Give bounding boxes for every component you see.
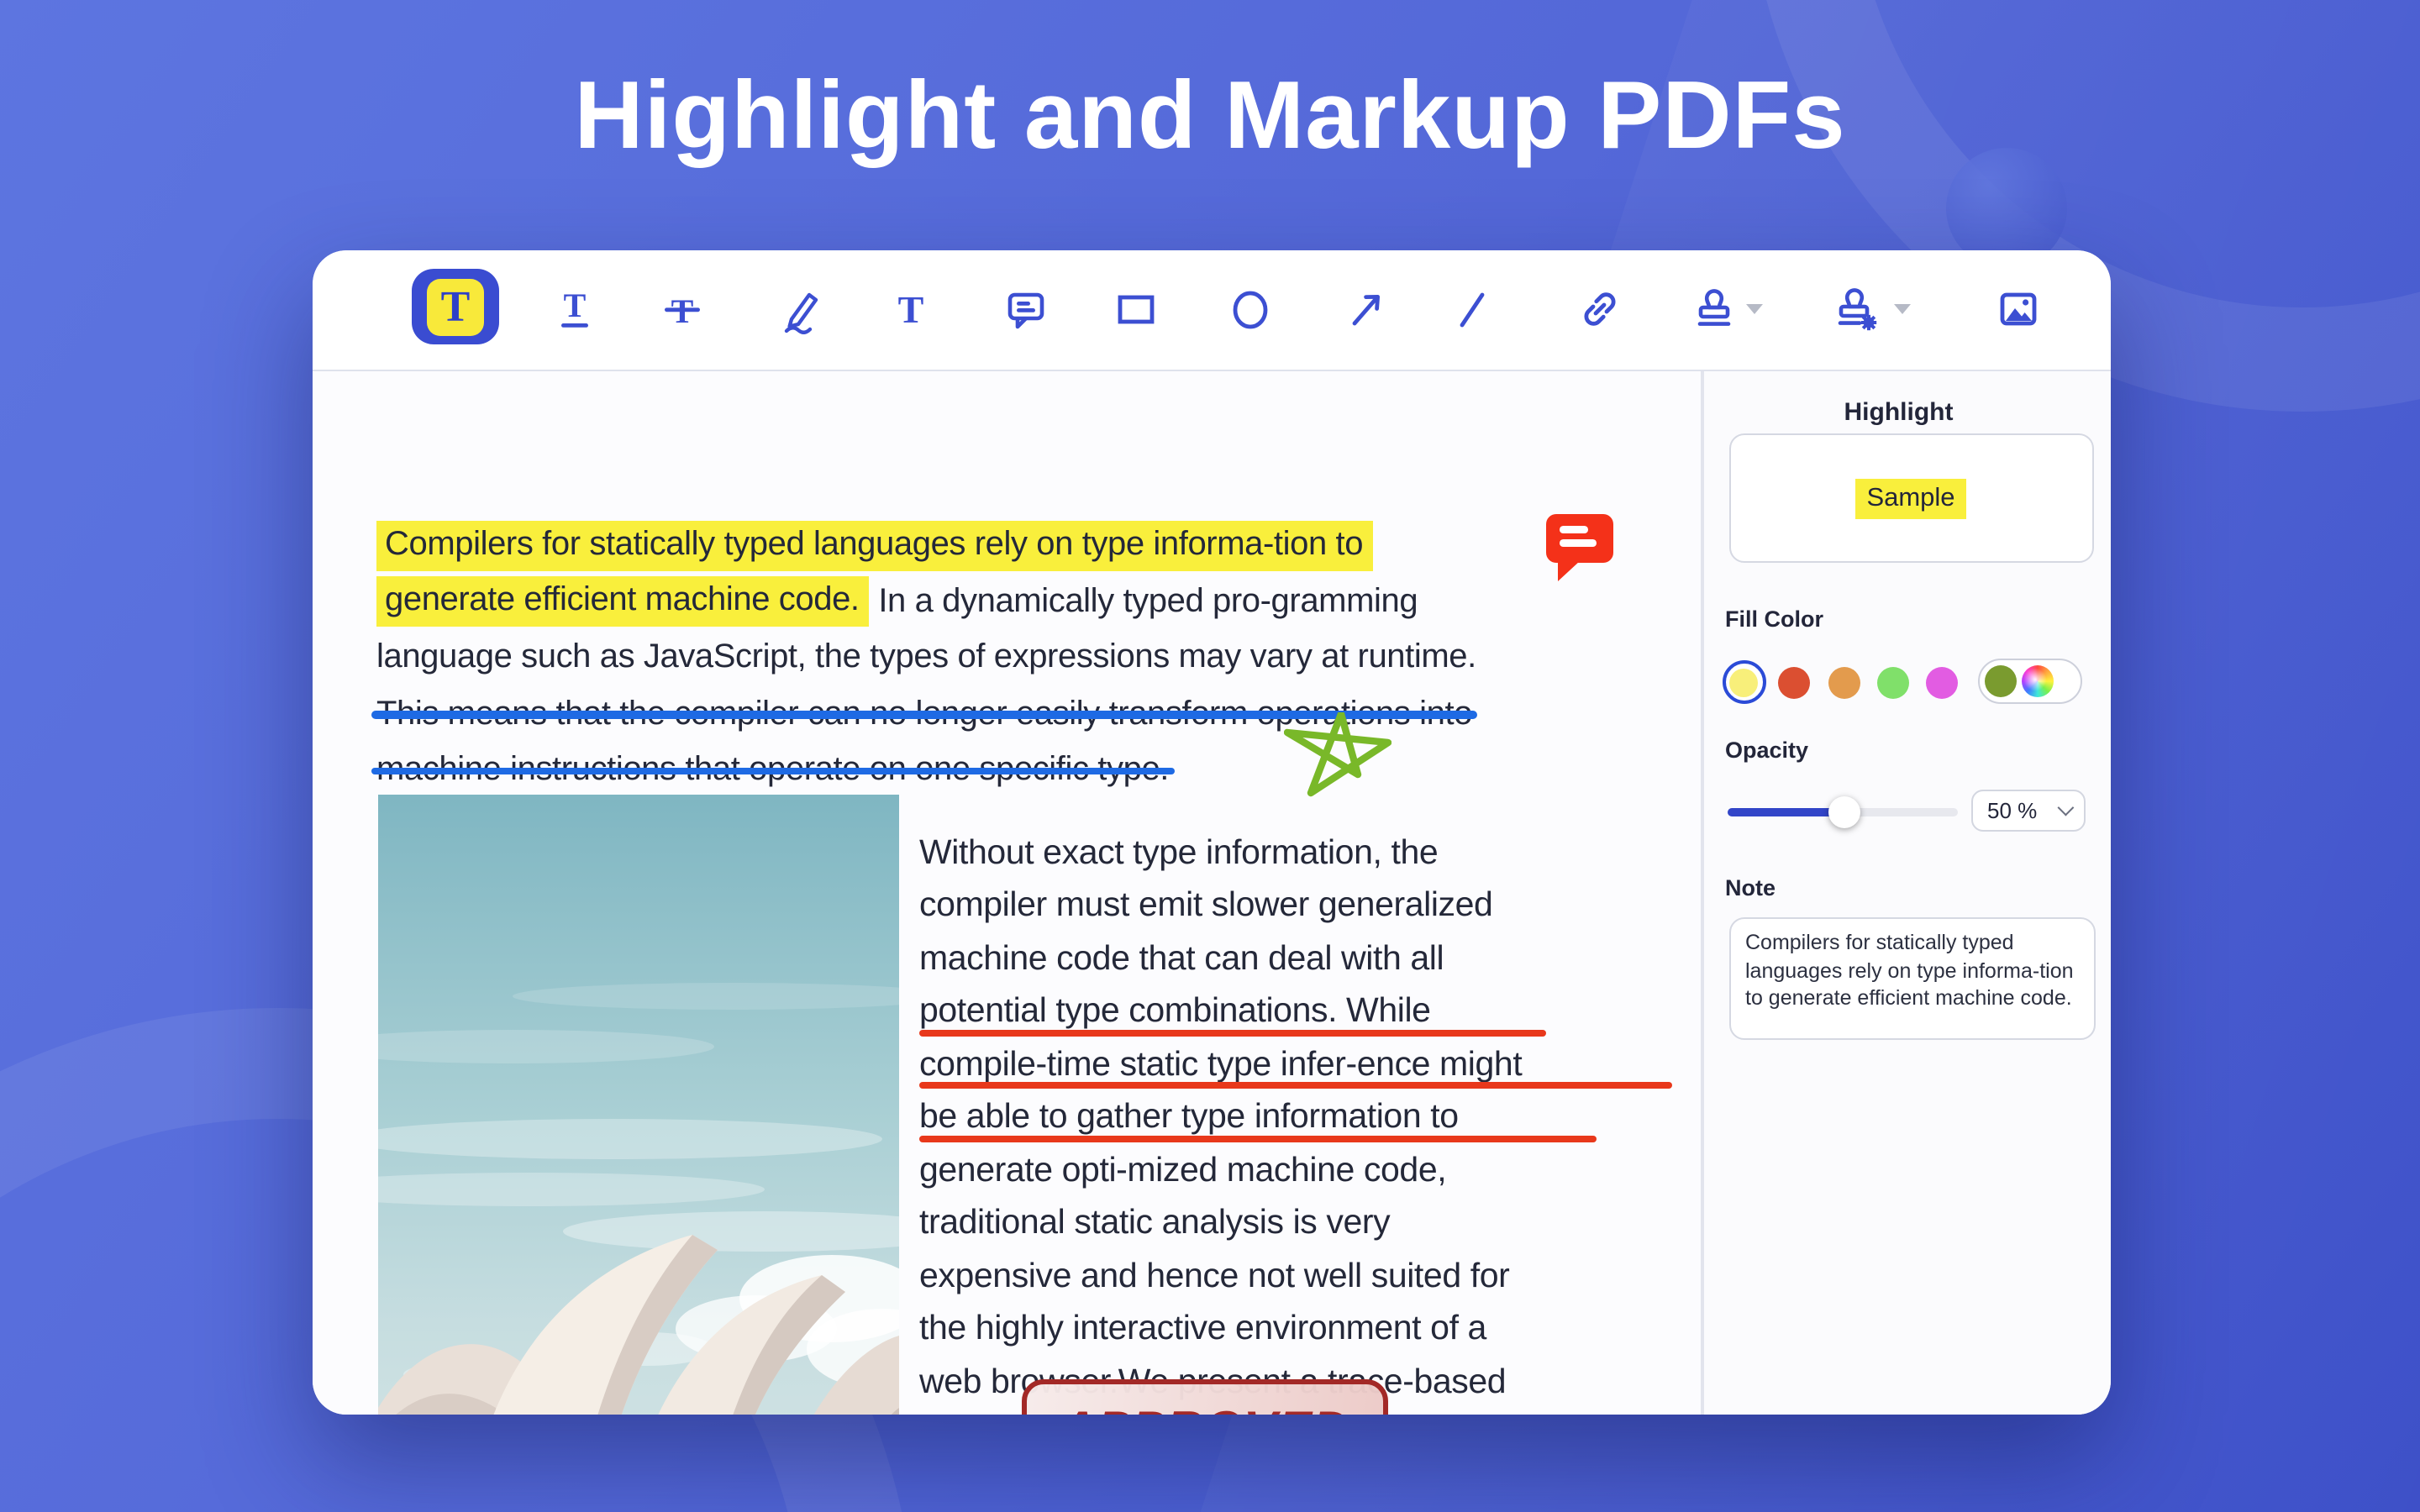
- opacity-slider-thumb[interactable]: [1828, 795, 1860, 827]
- stamp-dropdown-caret[interactable]: [1746, 304, 1763, 314]
- link-tool-button[interactable]: [1563, 274, 1637, 348]
- text-line: machine code that can deal with all: [919, 932, 1525, 985]
- arrow-tool-button[interactable]: [1329, 274, 1403, 348]
- note-text-field[interactable]: Compilers for statically typed languages…: [1728, 917, 2095, 1040]
- pencil-icon: [784, 292, 818, 334]
- swatch-dot: [1729, 668, 1758, 696]
- text-run: expensive and hence not well suited for: [919, 1256, 1510, 1295]
- annotation-toolbar: T T T: [313, 250, 2111, 371]
- pdf-editor-window: T T T Compilers for statically typed lan…: [313, 250, 2111, 1415]
- underline-text-icon: T: [561, 287, 588, 328]
- link-icon: [1584, 292, 1616, 326]
- opacity-label: Opacity: [1725, 738, 1809, 763]
- line-icon: [1460, 292, 1485, 328]
- text-line: the highly interactive environment of a: [919, 1303, 1525, 1356]
- text-run: the highly interactive environment of a: [919, 1309, 1486, 1348]
- pdf-page: Compilers for statically typed languages…: [313, 371, 1701, 1415]
- comment-icon: [1546, 514, 1613, 581]
- color-wheel-picker-icon[interactable]: [2021, 665, 2053, 697]
- highlight-annotation[interactable]: generate efficient machine code.: [376, 576, 870, 627]
- text-run: compile-time static type infer-ence migh…: [919, 1044, 1523, 1084]
- strikethrough-tool-button[interactable]: T: [645, 274, 719, 348]
- chevron-down-icon: [2056, 799, 2074, 816]
- opacity-value-dropdown[interactable]: 50 %: [1970, 790, 2085, 832]
- color-swatch-green[interactable]: [1877, 666, 1909, 698]
- opacity-slider[interactable]: [1727, 795, 1957, 827]
- pencil-tool-button[interactable]: [765, 274, 839, 348]
- text-run: be able to gather type information to: [919, 1097, 1459, 1137]
- highlight-annotation[interactable]: Compilers for statically typed languages…: [376, 520, 1374, 571]
- approved-stamp-annotation[interactable]: APPROVED: [1022, 1379, 1388, 1415]
- color-swatch-red[interactable]: [1778, 666, 1810, 698]
- star-icon: [1283, 710, 1392, 797]
- text-run: generate opti-mized machine code,: [919, 1150, 1447, 1189]
- text-run: potential type combinations. While: [919, 991, 1431, 1031]
- text-line: generate opti-mized machine code,: [919, 1144, 1525, 1197]
- star-annotation[interactable]: [1283, 710, 1392, 808]
- text-line: Without exact type information, the: [919, 827, 1525, 879]
- red-underline-annotation[interactable]: [919, 1082, 1672, 1089]
- color-swatch-olive[interactable]: [1984, 665, 2016, 697]
- red-underline-annotation[interactable]: [919, 1135, 1597, 1142]
- arrow-icon: [1352, 295, 1380, 326]
- insert-image-icon: [1999, 292, 2036, 326]
- comment-annotation[interactable]: [1546, 514, 1613, 591]
- stamp-tool-button[interactable]: [1677, 274, 1751, 348]
- ellipse-tool-button[interactable]: [1213, 274, 1287, 348]
- text-line: generate efficient machine code. In a dy…: [376, 574, 1476, 630]
- custom-color-group: [1977, 659, 2081, 704]
- svg-text:T: T: [564, 287, 587, 324]
- red-underline-annotation[interactable]: [919, 1029, 1546, 1036]
- color-swatch-orange[interactable]: [1828, 666, 1860, 698]
- paragraph-2: Without exact type information, the comp…: [919, 827, 1525, 1415]
- text-run: language such as JavaScript, the types o…: [376, 638, 1476, 676]
- text-run: Without exact type information, the: [919, 832, 1439, 872]
- highlight-properties-panel: Highlight Sample Fill Color Opacity 50 %…: [1703, 371, 2111, 1415]
- sample-preview-box: Sample: [1728, 433, 2093, 563]
- note-text: Compilers for statically typed languages…: [1745, 931, 2074, 1010]
- highlight-tool-icon: T: [427, 278, 484, 335]
- ellipse-icon: [1233, 291, 1268, 329]
- text-run: traditional static analysis is very: [919, 1203, 1391, 1242]
- text-run: In a dynamically typed pro-gramming: [869, 582, 1418, 620]
- panel-title: Highlight: [1844, 398, 1954, 427]
- text-line: expensive and hence not well suited for: [919, 1250, 1525, 1303]
- text-run: compiler must emit slower generalized: [919, 885, 1493, 925]
- custom-stamp-tool-button[interactable]: [1820, 274, 1894, 348]
- color-swatch-yellow-selected[interactable]: [1722, 660, 1765, 704]
- text-line: compiler must emit slower generalized: [919, 879, 1525, 932]
- comment-tool-button[interactable]: [990, 274, 1064, 348]
- image-tool-button[interactable]: [1981, 274, 2055, 348]
- comment-tool-icon: [1007, 292, 1044, 329]
- add-text-icon: T: [898, 288, 924, 331]
- svg-text:T: T: [898, 288, 924, 331]
- strikethrough-text-icon: T: [665, 292, 700, 330]
- text-line: Compilers for statically typed languages…: [376, 517, 1476, 574]
- opera-house-photo: [378, 795, 899, 1415]
- fill-color-label: Fill Color: [1725, 606, 1823, 632]
- stamp-icon: [1697, 289, 1731, 326]
- color-swatch-magenta[interactable]: [1926, 666, 1958, 698]
- opacity-slider-fill: [1727, 808, 1844, 816]
- strikethrough-annotation[interactable]: machine instructions that operate on one…: [371, 752, 1175, 790]
- highlight-tool-button[interactable]: T: [412, 269, 499, 344]
- rectangle-tool-button[interactable]: [1099, 274, 1173, 348]
- text-run: machine code that can deal with all: [919, 938, 1444, 978]
- page-title: Highlight and Markup PDFs: [574, 62, 1846, 170]
- marketing-banner: Highlight and Markup PDFs T T T Compiler…: [0, 0, 2420, 1512]
- sample-highlighted-text: Sample: [1854, 478, 1967, 518]
- strikethrough-bar: [371, 767, 1175, 775]
- rectangle-icon: [1118, 295, 1155, 324]
- line-tool-button[interactable]: [1435, 274, 1509, 348]
- note-label: Note: [1725, 875, 1776, 900]
- opacity-value: 50 %: [1987, 798, 2038, 823]
- text-line: traditional static analysis is very: [919, 1197, 1525, 1250]
- text-tool-button[interactable]: T: [874, 274, 948, 348]
- underline-tool-button[interactable]: T: [538, 274, 612, 348]
- custom-stamp-dropdown-caret[interactable]: [1894, 304, 1911, 314]
- text-line: language such as JavaScript, the types o…: [376, 630, 1476, 686]
- custom-stamp-icon: [1838, 288, 1877, 331]
